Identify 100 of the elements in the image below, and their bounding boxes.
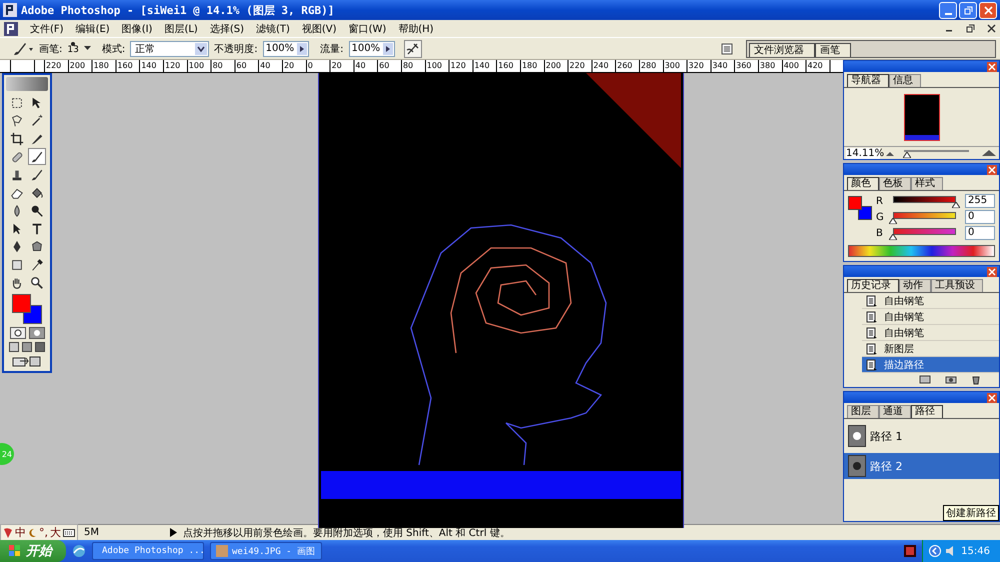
zoom-in-icon[interactable] [981,149,997,157]
channel-value-field[interactable]: 0 [965,210,995,224]
panel-tab[interactable]: 工具预设 [931,279,983,292]
history-item[interactable]: 自由钢笔 [862,325,999,341]
window-title: Adobe Photoshop - [siWei1 @ 14.1% (图层 3, RGB)] [21,2,334,18]
camera-icon[interactable] [945,375,957,384]
close-icon [984,6,992,14]
menu-item[interactable]: 文件(F) [30,22,64,36]
airbrush-icon[interactable] [404,40,422,58]
menu-item[interactable]: 窗口(W) [348,22,386,36]
shape-icon [30,240,44,254]
panel-tab[interactable]: 历史记录 [847,279,899,292]
arrow-icon[interactable] [297,42,308,54]
zoom-icon [30,276,44,290]
wand-icon [30,114,44,128]
menu-item[interactable]: 图层(L) [164,22,198,36]
start-button[interactable]: 开始 [0,540,66,562]
color-ramp[interactable] [848,245,995,257]
history-item[interactable]: 自由钢笔 [862,293,999,309]
document-size: 5M [84,527,100,538]
color-swatches[interactable] [848,194,872,220]
panel-tab[interactable]: 色板 [879,177,911,190]
panel-tab[interactable]: 导航器 [847,74,889,87]
jump-to-icon[interactable] [12,355,42,367]
navigator-thumbnail [904,94,940,140]
eyedropper-icon [30,258,44,272]
brush-icon[interactable] [12,40,34,56]
menu-item[interactable]: 视图(V) [302,22,337,36]
ime-toolbar: 中 °, 大 [0,524,78,541]
channel-value-field[interactable]: 255 [965,194,995,208]
brush-label: 画笔: [39,42,62,56]
taskbar-button[interactable]: Adobe Photoshop ... [92,542,204,560]
menu-item[interactable]: 选择(S) [210,22,244,36]
tray-icon[interactable] [904,545,916,557]
path-item[interactable]: 路径 2 [844,453,999,479]
slider-thumb[interactable] [952,202,960,208]
crop-icon [10,132,24,146]
panel-tab[interactable]: 图层 [847,405,879,418]
horizontal-ruler: 220 200 180 160 140 120 100 80 60 40 20 0 20 40 60 80 100 120 140 160 180 200 220 240 260 280 300 320 340 360 380 400 420 [0,60,843,73]
hand-icon [10,276,24,290]
path-item[interactable]: 路径 1 [844,423,999,449]
slider-thumb[interactable] [889,234,897,240]
color-swatches[interactable] [12,294,42,324]
tool-button[interactable] [28,148,46,165]
panel-tab[interactable]: 信息 [889,74,921,87]
quick-mask-icon[interactable] [28,327,44,339]
channel-label: R [876,196,884,206]
mode-dropdown[interactable]: 正常 [130,40,210,56]
close-button[interactable] [979,2,997,18]
minimize-button[interactable] [939,2,957,18]
slider-thumb[interactable] [889,218,897,224]
palette-tab[interactable]: 画笔 [815,42,851,56]
marquee-icon [10,96,24,110]
flag-icon [8,544,22,558]
palette-menu-icon[interactable] [721,42,733,54]
clock: 15:46 [961,546,990,556]
panel-tab[interactable]: 样式 [911,177,943,190]
history-item[interactable]: 自由钢笔 [862,309,999,325]
panel-tab[interactable]: 通道 [879,405,911,418]
side-badge: 24 [0,443,14,465]
close-icon[interactable] [987,24,996,33]
menu-item[interactable]: 图像(I) [122,22,152,36]
opacity-field[interactable]: 100% [262,40,310,56]
trash-icon[interactable] [971,375,981,385]
brush-picker[interactable]: 13 [67,42,79,55]
app-icon [216,545,228,557]
flow-field[interactable]: 100% [348,40,396,56]
standard-mode-icon[interactable] [10,327,26,339]
taskbar-button[interactable]: wei49.JPG - 画图 [210,542,322,560]
panel-tab[interactable]: 颜色 [847,177,879,190]
document-icon[interactable] [919,375,931,384]
minimize-icon [944,12,952,14]
menu-item[interactable]: 滤镜(T) [256,22,290,36]
toolbox-header [6,77,48,91]
menu-item[interactable]: 帮助(H) [398,22,434,36]
brush-icon [30,168,44,182]
panel-tab[interactable]: 路径 [911,405,943,418]
status-hint: 点按并拖移以用前景色绘画。要用附加选项，使用 Shift、Alt 和 Ctrl 键。 [183,526,510,540]
palette-tab[interactable]: 文件浏览器 [749,42,815,56]
restore-icon[interactable] [966,24,975,33]
app-icon [3,3,17,17]
browser-icon[interactable] [72,544,86,558]
history-item[interactable]: 描边路径 [862,357,999,373]
arrow-icon[interactable] [383,42,394,54]
lasso-icon [10,114,24,128]
tool-button[interactable] [8,130,26,147]
play-icon[interactable] [170,528,177,537]
restore-icon [964,6,972,14]
caret-icon[interactable] [84,46,91,51]
zoom-out-icon[interactable] [884,149,896,157]
history-state-icon [866,326,878,338]
restore-button[interactable] [959,2,977,18]
stamp-icon [10,168,24,182]
chevron-icon[interactable] [929,545,942,557]
channel-value-field[interactable]: 0 [965,226,995,240]
path-thumbnail-icon [848,425,866,447]
brush-tip-icon [71,42,76,46]
menu-item[interactable]: 编辑(E) [76,22,110,36]
opacity-label: 不透明度: [214,42,258,56]
panel-tab[interactable]: 动作 [899,279,931,292]
